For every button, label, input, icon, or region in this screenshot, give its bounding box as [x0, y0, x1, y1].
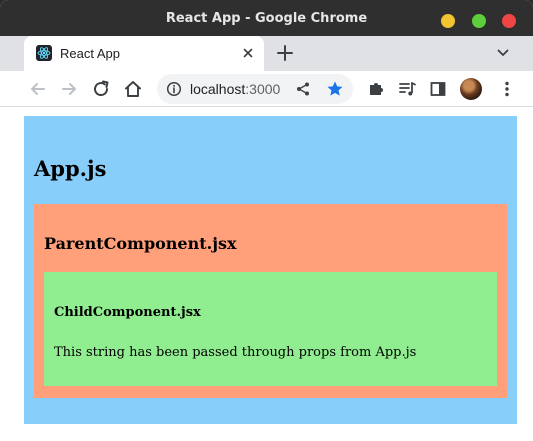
page-viewport: App.js ParentComponent.jsx ChildComponen… [0, 108, 533, 441]
child-component-box: ChildComponent.jsx This string has been … [44, 272, 497, 386]
info-icon[interactable] [166, 81, 182, 97]
side-panel-icon[interactable] [428, 79, 448, 99]
kebab-menu-icon[interactable] [497, 79, 517, 99]
react-logo-icon [36, 45, 52, 61]
app-heading: App.js [34, 156, 107, 181]
app-component-box: App.js ParentComponent.jsx ChildComponen… [24, 116, 517, 424]
share-icon[interactable] [295, 81, 311, 97]
home-icon[interactable] [123, 79, 143, 99]
minimize-button[interactable] [441, 14, 455, 28]
close-icon[interactable] [240, 45, 256, 61]
child-heading: ChildComponent.jsx [54, 305, 201, 320]
maximize-button[interactable] [472, 14, 486, 28]
address-bar[interactable]: localhost:3000 [157, 74, 353, 104]
close-window-button[interactable] [502, 14, 516, 28]
new-tab-plus-icon[interactable] [276, 44, 294, 62]
parent-component-box: ParentComponent.jsx ChildComponent.jsx T… [34, 204, 507, 398]
bookmark-star-icon[interactable] [326, 80, 344, 98]
url-port: :3000 [245, 81, 281, 97]
parent-heading: ParentComponent.jsx [44, 234, 237, 253]
child-props-text: This string has been passed through prop… [54, 345, 417, 360]
tab-react-app[interactable]: React App [24, 36, 264, 71]
tab-label: React App [60, 46, 120, 61]
title-bar: React App - Google Chrome [0, 0, 533, 36]
media-queue-icon[interactable] [397, 79, 417, 99]
url-text[interactable]: localhost:3000 [190, 74, 280, 104]
browser-toolbar: localhost:3000 [0, 71, 533, 107]
reload-icon[interactable] [91, 79, 111, 99]
url-host: localhost [190, 81, 246, 97]
profile-avatar[interactable] [460, 78, 482, 100]
chevron-down-icon[interactable] [496, 46, 510, 60]
tab-strip: React App [0, 36, 533, 71]
back-arrow-icon[interactable] [28, 79, 48, 99]
extensions-icon[interactable] [366, 79, 386, 99]
browser-window: React App - Google Chrome React App loca… [0, 0, 533, 441]
forward-arrow-icon[interactable] [59, 79, 79, 99]
